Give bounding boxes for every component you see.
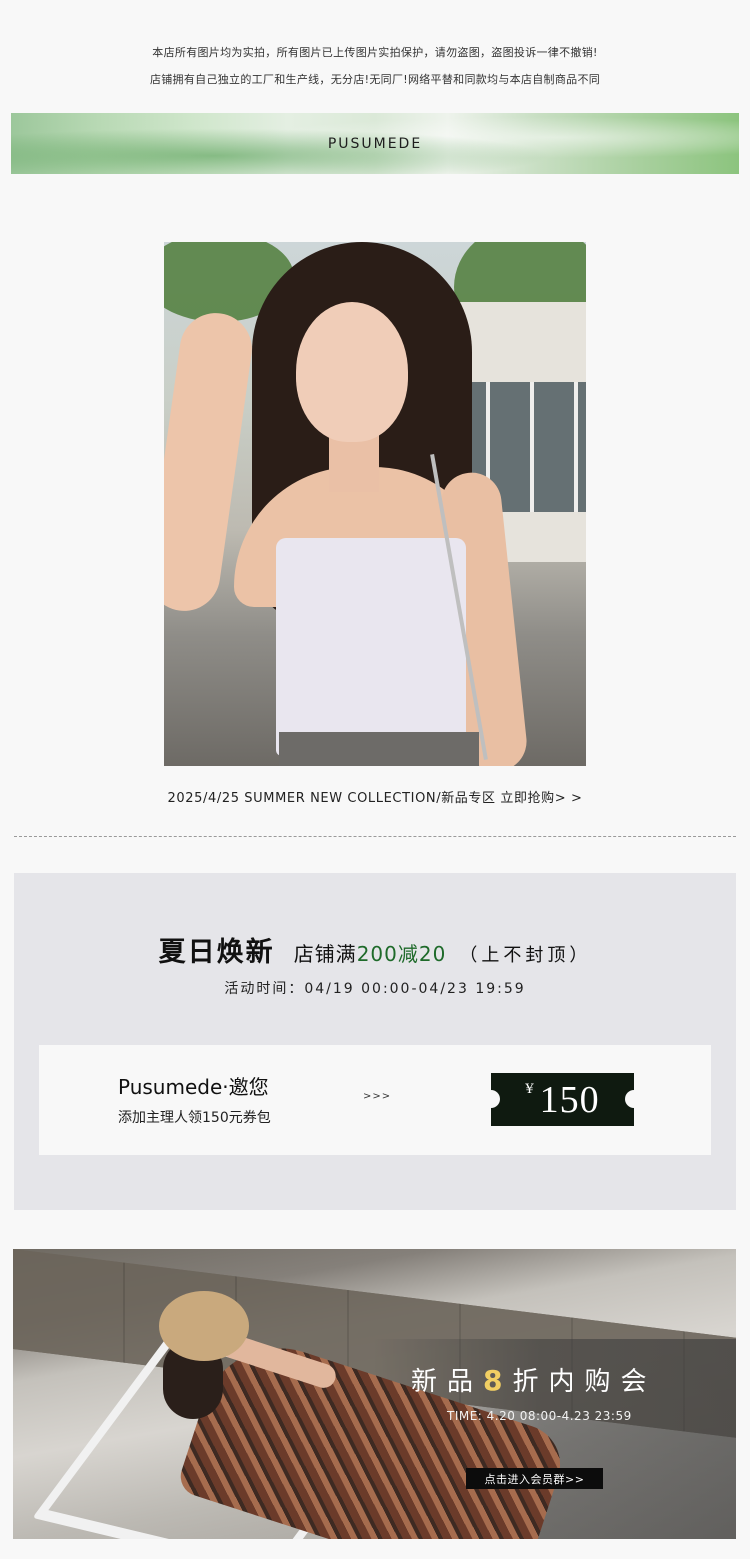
sale-title-post: 折内购会 [512,1367,657,1397]
dashed-divider [14,836,736,837]
model-grey-skirt [279,732,479,766]
sale-discount-number: 8 [483,1364,513,1397]
brand-banner: PUSUMEDE [11,113,739,174]
coupon-currency: ¥ [525,1082,534,1097]
copyright-notice-line-2: 店铺拥有自己独立的工厂和生产线，无分店!无同厂!网络平替和同款均与本店自制商品不… [149,73,601,86]
model-face [296,302,408,442]
model-white-top [276,538,466,756]
promo-time: 活动时间：04/19 00:00-04/23 19:59 [224,981,526,997]
promo-headline-main: 夏日焕新 [158,937,275,968]
arrow-icon: >>> [363,1091,392,1102]
sale-title: 新品8折内购会 [411,1361,657,1398]
member-sale-banner[interactable]: 新品8折内购会 TIME: 4.20 08:00-4.23 23:59 点击进入… [13,1249,736,1539]
copyright-notice-line-1: 本店所有图片均为实拍，所有图片已上传图片实拍保护，请勿盗图，盗图投诉一律不撤销! [152,46,598,59]
promo-headline: 夏日焕新 店铺满200减20 （上不封顶） [14,930,736,969]
straw-hat [159,1291,249,1361]
new-collection-link[interactable]: 2025/4/25 SUMMER NEW COLLECTION/新品专区 立即抢… [0,787,750,806]
coupon-amount: 150 [539,1078,600,1121]
invite-subtitle: 添加主理人领150元券包 [118,1110,271,1126]
join-member-group-button[interactable]: 点击进入会员群>> [466,1468,603,1489]
sale-title-pre: 新品 [411,1367,484,1397]
promo-deal-amount: 200减20 [356,942,447,966]
coupon-ticket[interactable]: ¥ 150 [482,1073,643,1126]
new-collection-photo[interactable] [164,242,586,766]
promo-headline-note: （上不封顶） [459,945,592,966]
promo-headline-store: 店铺满 [293,942,357,966]
invite-title: Pusumede·邀您 [118,1075,269,1099]
brand-name: PUSUMEDE [327,135,423,152]
sale-time: TIME: 4.20 08:00-4.23 23:59 [447,1409,632,1423]
invite-coupon-card[interactable]: Pusumede·邀您 添加主理人领150元券包 >>> ¥ 150 [39,1045,711,1155]
promo-panel: 夏日焕新 店铺满200减20 （上不封顶） 活动时间：04/19 00:00-0… [14,873,736,1210]
